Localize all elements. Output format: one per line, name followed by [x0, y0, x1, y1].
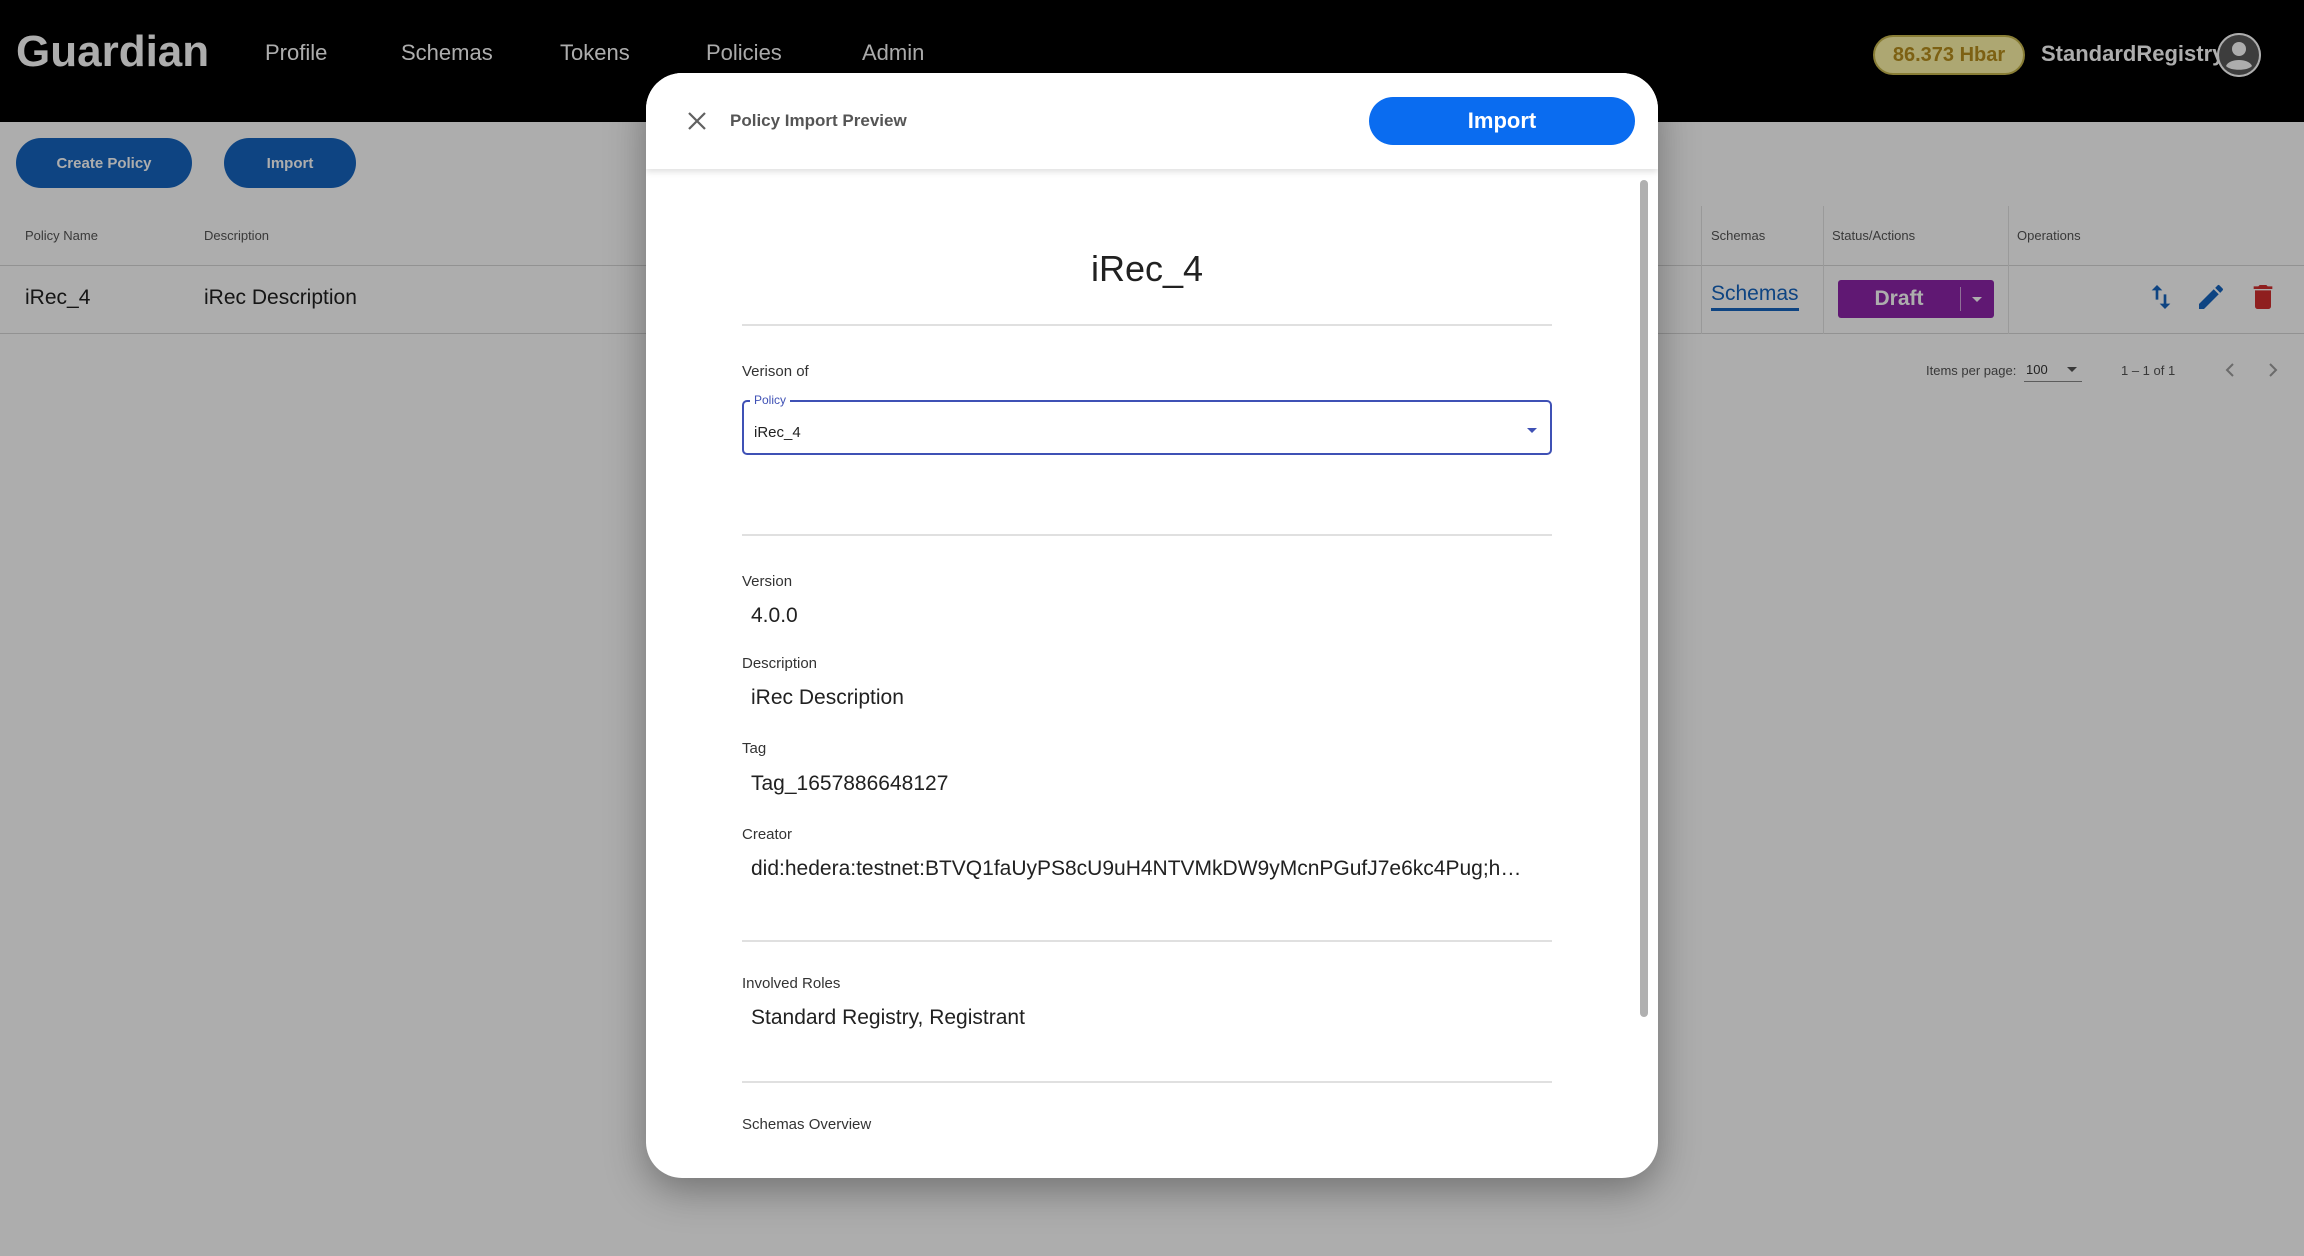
dialog-header: Policy Import Preview Import: [646, 73, 1658, 169]
policy-select[interactable]: Policy iRec_4: [742, 393, 1552, 455]
version-of-label: Verison of: [742, 363, 809, 380]
policy-select-value: iRec_4: [754, 424, 801, 441]
involved-roles-label: Involved Roles: [742, 975, 841, 992]
divider: [742, 324, 1552, 326]
tag-label: Tag: [742, 740, 767, 757]
version-value: 4.0.0: [751, 604, 798, 627]
close-icon[interactable]: [682, 106, 712, 136]
policy-select-label: Policy: [750, 393, 791, 407]
policy-import-dialog: Policy Import Preview Import iRec_4 Veri…: [646, 73, 1658, 1178]
dialog-title: Policy Import Preview: [730, 111, 907, 130]
involved-roles-value: Standard Registry, Registrant: [751, 1006, 1025, 1029]
divider: [742, 940, 1552, 942]
creator-label: Creator: [742, 826, 793, 843]
description-value: iRec Description: [751, 686, 904, 709]
tag-value: Tag_1657886648127: [751, 772, 949, 795]
policy-name-heading: iRec_4: [1090, 248, 1204, 289]
description-label: Description: [742, 655, 818, 672]
creator-value: did:hedera:testnet:BTVQ1faUyPS8cU9uH4NTV…: [751, 857, 1522, 880]
divider: [742, 1081, 1552, 1083]
divider: [742, 534, 1552, 536]
scrollbar[interactable]: [1640, 180, 1648, 1017]
dropdown-arrow-icon[interactable]: [1526, 424, 1538, 442]
version-label: Version: [742, 573, 793, 590]
schemas-overview-label: Schemas Overview: [742, 1116, 872, 1133]
import-button[interactable]: Import: [1369, 97, 1635, 145]
